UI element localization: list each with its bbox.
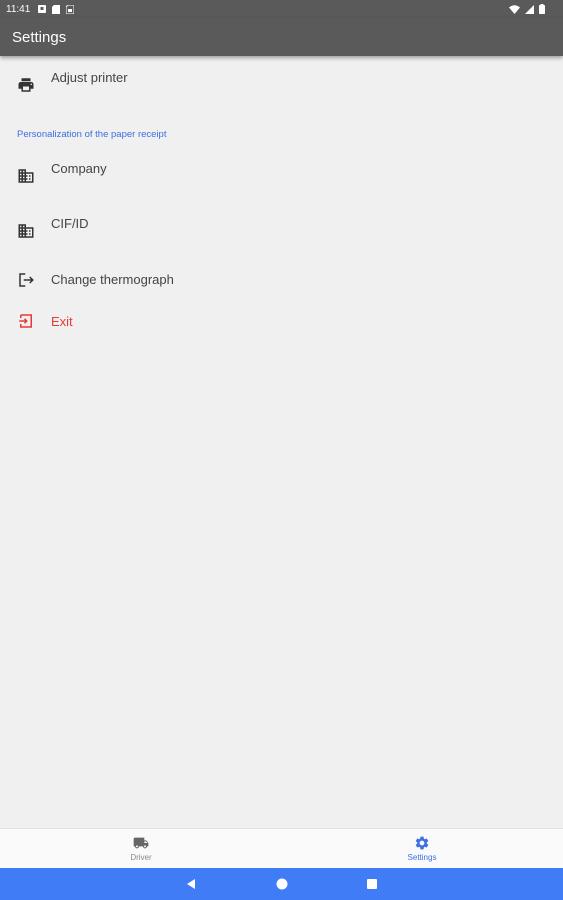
truck-icon — [133, 837, 149, 849]
status-time: 11:41 — [6, 3, 31, 15]
signal-icon — [525, 4, 534, 14]
setting-adjust-printer[interactable]: Adjust printer — [0, 66, 563, 104]
building-icon — [18, 169, 34, 183]
setting-company[interactable]: Company — [0, 156, 563, 196]
tab-label: Settings — [407, 853, 437, 862]
setting-label: Exit — [51, 314, 73, 329]
building-icon — [18, 224, 34, 238]
tab-driver[interactable]: Driver — [71, 829, 211, 869]
back-icon[interactable] — [184, 877, 198, 891]
wifi-icon — [509, 4, 520, 14]
status-bar: 11:41 — [0, 0, 563, 18]
setting-change-thermograph[interactable]: Change thermograph — [0, 266, 563, 296]
setting-exit[interactable]: Exit — [0, 308, 563, 338]
logout-icon — [19, 273, 34, 287]
app-bar: Settings — [0, 18, 563, 56]
android-notification-icon — [38, 5, 47, 13]
tab-label: Driver — [130, 853, 152, 862]
setting-label: Adjust printer — [51, 70, 128, 85]
system-navigation-bar — [0, 868, 563, 900]
sim-icon — [66, 4, 75, 14]
home-icon[interactable] — [275, 877, 289, 891]
printer-icon — [18, 78, 34, 92]
tab-settings[interactable]: Settings — [352, 829, 492, 869]
battery-icon — [539, 4, 545, 14]
exit-icon — [19, 314, 32, 328]
sd-card-icon — [52, 4, 61, 14]
setting-label: CIF/ID — [51, 216, 89, 231]
recents-icon[interactable] — [365, 877, 379, 891]
setting-label: Company — [51, 161, 107, 176]
setting-label: Change thermograph — [51, 272, 174, 287]
page-title: Settings — [12, 28, 67, 46]
setting-cif-id[interactable]: CIF/ID — [0, 211, 563, 251]
bottom-navigation: Driver Settings — [0, 828, 563, 869]
gear-icon — [415, 836, 429, 850]
section-header: Personalization of the paper receipt — [17, 129, 167, 140]
